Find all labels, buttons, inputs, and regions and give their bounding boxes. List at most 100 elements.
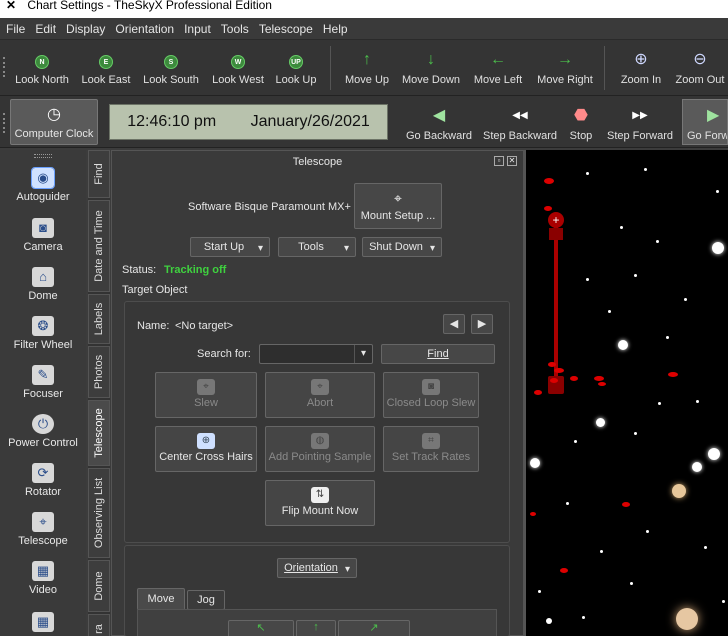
go-forward-button[interactable]: ▶ Go Forw xyxy=(682,99,728,145)
sidebar-item-power-control[interactable]: ⏻ Power Control xyxy=(0,414,86,449)
center-cross-hairs-button[interactable]: ⊕ Center Cross Hairs xyxy=(155,426,257,472)
move-tab-content: ↖ ↑ ↗ xyxy=(137,609,497,636)
set-track-rates-button[interactable]: ⌗ Set Track Rates xyxy=(383,426,479,472)
menu-edit[interactable]: Edit xyxy=(35,22,56,36)
toolbar-grip[interactable] xyxy=(3,56,7,78)
stop-button[interactable]: ⬣ Stop xyxy=(566,106,596,142)
sidebar-item-video[interactable]: ▦ Video xyxy=(0,561,86,596)
tab-jog[interactable]: Jog xyxy=(187,590,225,610)
move-down-button[interactable]: ↓ Move Down xyxy=(400,50,462,86)
telescope-icon: ⌖ xyxy=(394,190,402,206)
red-star xyxy=(560,568,568,573)
go-backward-button[interactable]: ◀ Go Backward xyxy=(404,106,474,142)
move-north-button[interactable]: ↑ xyxy=(296,620,336,636)
move-left-button[interactable]: ← Move Left xyxy=(470,50,526,86)
star xyxy=(586,278,589,281)
slider-top-handle[interactable] xyxy=(549,228,563,240)
look-north-button[interactable]: N Look North xyxy=(14,50,70,86)
tab-date-and-time[interactable]: Date and Time xyxy=(88,200,110,292)
float-icon[interactable]: ▫ xyxy=(494,156,504,166)
menu-bar: File Edit Display Orientation Input Tool… xyxy=(0,18,728,40)
slew-button[interactable]: ⌖ Slew xyxy=(155,372,257,418)
tab-find[interactable]: Find xyxy=(88,150,110,198)
sidebar-item-rotator[interactable]: ⟳ Rotator xyxy=(0,463,86,498)
slider-plus-icon[interactable]: + xyxy=(548,212,564,228)
red-star xyxy=(544,206,552,211)
star xyxy=(672,484,686,498)
sidebar-item-filter-wheel[interactable]: ❂ Filter Wheel xyxy=(0,316,86,351)
look-north-icon: N xyxy=(35,55,49,69)
abort-button[interactable]: ⌖ Abort xyxy=(265,372,375,418)
menu-tools[interactable]: Tools xyxy=(221,22,249,36)
move-up-button[interactable]: ↑ Move Up xyxy=(342,50,392,86)
panel-title: Telescope xyxy=(292,156,343,168)
status-label: Status: xyxy=(122,264,157,276)
globe-icon: ◍ xyxy=(311,433,329,449)
go-backward-icon: ◀ xyxy=(432,107,446,124)
close-icon[interactable]: ✕ xyxy=(507,156,517,166)
shut-down-dropdown[interactable]: Shut Down xyxy=(362,237,442,258)
sidebar-item-camera[interactable]: ◙ Camera xyxy=(0,218,86,253)
add-pointing-sample-button[interactable]: ◍ Add Pointing Sample xyxy=(265,426,375,472)
star xyxy=(586,172,589,175)
toolbar-grip[interactable] xyxy=(3,112,7,134)
move-right-button[interactable]: → Move Right xyxy=(534,50,596,86)
track-rates-icon: ⌗ xyxy=(422,433,440,449)
computer-clock-button[interactable]: ◷ Computer Clock xyxy=(10,99,98,145)
toolbar-separator xyxy=(604,46,605,90)
tab-dome[interactable]: Dome xyxy=(88,560,110,612)
find-button[interactable]: Find xyxy=(381,344,495,364)
tools-dropdown[interactable]: Tools xyxy=(278,237,356,258)
chevron-down-icon[interactable]: ▾ xyxy=(354,345,372,363)
tab-observing-list[interactable]: Observing List xyxy=(88,468,110,558)
star xyxy=(696,400,699,403)
menu-telescope[interactable]: Telescope xyxy=(259,22,313,36)
next-target-button[interactable]: ▶ xyxy=(471,314,493,334)
sidebar-item-dome[interactable]: ⌂ Dome xyxy=(0,267,86,302)
sidebar-item-focuser[interactable]: ✎ Focuser xyxy=(0,365,86,400)
look-west-button[interactable]: W Look West xyxy=(210,50,266,86)
move-northwest-button[interactable]: ↖ xyxy=(228,620,294,636)
look-south-button[interactable]: S Look South xyxy=(142,50,200,86)
slew-icon: ⌖ xyxy=(197,379,215,395)
mount-setup-button[interactable]: ⌖ Mount Setup ... xyxy=(354,183,442,229)
menu-input[interactable]: Input xyxy=(184,22,211,36)
move-northeast-button[interactable]: ↗ xyxy=(338,620,410,636)
look-east-icon: E xyxy=(99,55,113,69)
zoom-in-button[interactable]: ⊕ Zoom In xyxy=(616,50,666,86)
search-input[interactable]: ▾ xyxy=(259,344,373,364)
step-backward-button[interactable]: ◀◀ Step Backward xyxy=(482,106,558,142)
target-object-label: Target Object xyxy=(122,284,188,296)
star xyxy=(712,242,724,254)
look-up-icon: UP xyxy=(289,55,303,69)
orientation-dropdown[interactable]: Orientation xyxy=(277,558,357,579)
sidebar-item-autoguider[interactable]: ◉ Autoguider xyxy=(0,167,86,203)
star xyxy=(716,190,719,193)
closed-loop-slew-button[interactable]: ◙ Closed Loop Slew xyxy=(383,372,479,418)
tab-photos[interactable]: Photos xyxy=(88,346,110,398)
sky-chart[interactable]: + xyxy=(526,150,728,636)
previous-target-button[interactable]: ◀ xyxy=(443,314,465,334)
look-east-button[interactable]: E Look East xyxy=(80,50,132,86)
sidebar-grip[interactable] xyxy=(34,154,52,158)
rotator-icon: ⟳ xyxy=(32,463,54,483)
tab-move[interactable]: Move xyxy=(137,588,185,610)
tab-camera-partial[interactable]: ra xyxy=(88,614,110,636)
start-up-dropdown[interactable]: Start Up xyxy=(190,237,270,258)
sidebar-item-telescope[interactable]: ⌖ Telescope xyxy=(0,512,86,547)
flip-mount-now-button[interactable]: ⇅ Flip Mount Now xyxy=(265,480,375,526)
menu-orientation[interactable]: Orientation xyxy=(115,22,174,36)
star xyxy=(656,240,659,243)
menu-file[interactable]: File xyxy=(6,22,25,36)
tab-telescope[interactable]: Telescope xyxy=(88,400,110,466)
sidebar-item-more[interactable]: ▦ xyxy=(0,612,86,635)
look-up-button[interactable]: UP Look Up xyxy=(274,50,318,86)
toolbar-separator xyxy=(330,46,331,90)
step-forward-button[interactable]: ▶▶ Step Forward xyxy=(604,106,676,142)
star xyxy=(596,418,605,427)
menu-display[interactable]: Display xyxy=(66,22,105,36)
tab-labels[interactable]: Labels xyxy=(88,294,110,344)
zoom-out-button[interactable]: ⊖ Zoom Out xyxy=(674,50,726,86)
look-south-icon: S xyxy=(164,55,178,69)
menu-help[interactable]: Help xyxy=(323,22,348,36)
